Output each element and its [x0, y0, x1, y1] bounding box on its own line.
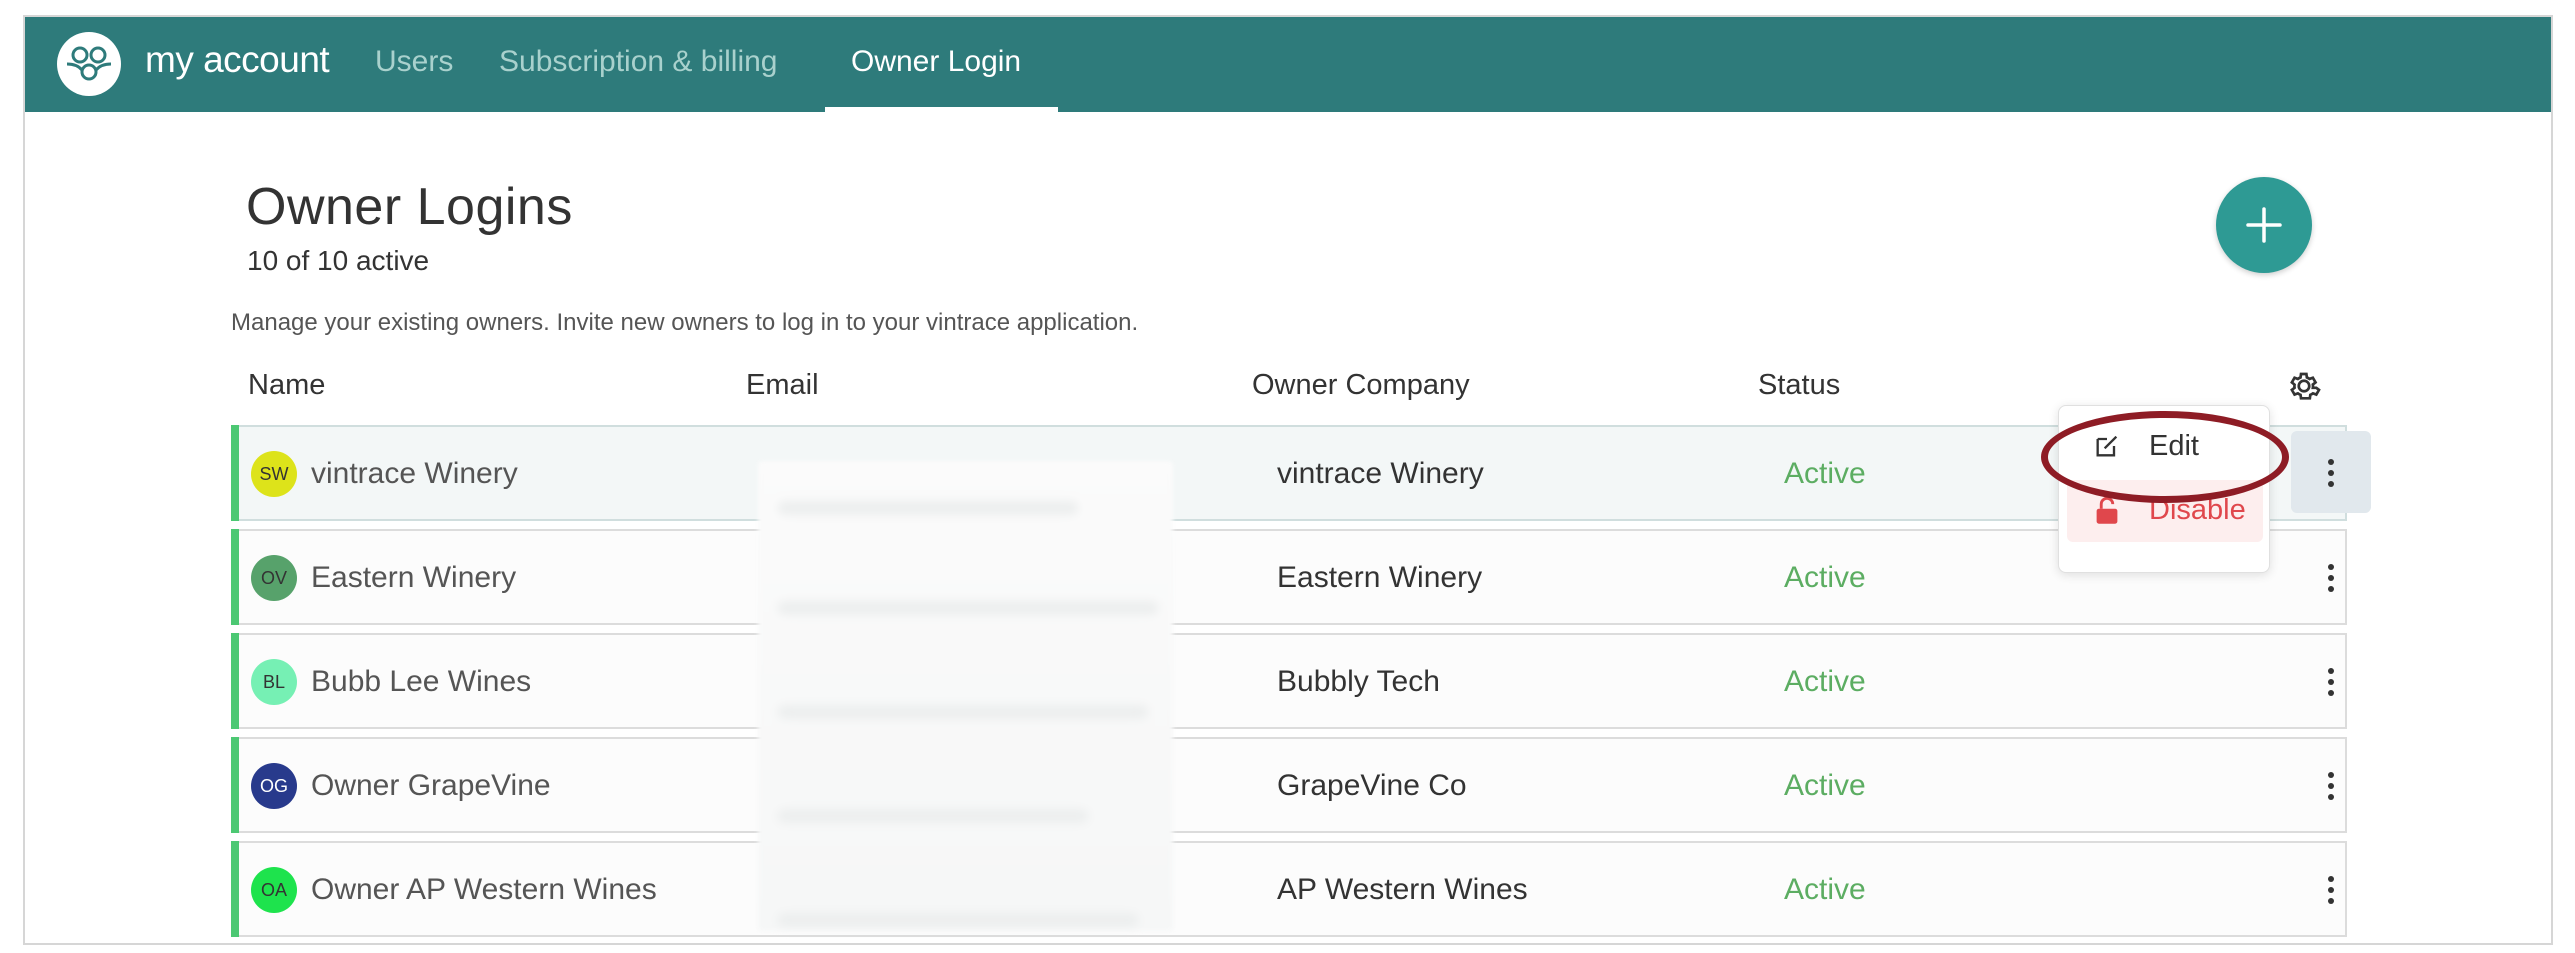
owner-company: Eastern Winery	[1277, 561, 1483, 594]
column-header-status[interactable]: Status	[1758, 369, 1840, 402]
table-row[interactable]: SW vintrace Winery vintrace Winery Activ…	[231, 425, 2371, 521]
add-owner-button[interactable]	[2216, 177, 2312, 273]
column-header-email[interactable]: Email	[746, 369, 819, 402]
brand-name: my account	[145, 39, 330, 80]
app-window: my account Users Subscription & billing …	[23, 15, 2553, 945]
owner-name: Owner AP Western Wines	[311, 873, 657, 906]
active-tab-indicator	[825, 107, 1058, 112]
column-header-company[interactable]: Owner Company	[1252, 369, 1470, 402]
status-text: Active	[1784, 457, 1866, 490]
owner-name: Eastern Winery	[311, 561, 517, 594]
top-nav: my account Users Subscription & billing …	[25, 17, 2551, 112]
avatar: OV	[251, 555, 297, 601]
plus-icon	[2246, 207, 2282, 243]
status-text: Active	[1784, 665, 1866, 698]
email-column-redacted	[758, 461, 1173, 931]
highlight-annotation	[2041, 411, 2289, 503]
tab-subscription-billing[interactable]: Subscription & billing	[499, 45, 777, 79]
owner-company: GrapeVine Co	[1277, 769, 1467, 802]
column-settings-gear-icon[interactable]	[2286, 368, 2322, 404]
row-actions-kebab-icon[interactable]	[2291, 739, 2371, 823]
status-text: Active	[1784, 873, 1866, 906]
owner-name: Owner GrapeVine	[311, 769, 551, 802]
table-row[interactable]: OV Eastern Winery Eastern Winery Active	[231, 529, 2347, 625]
owner-name: vintrace Winery	[311, 457, 518, 490]
avatar: SW	[251, 451, 297, 497]
status-text: Active	[1784, 561, 1866, 594]
table-row[interactable]: BL Bubb Lee Wines Bubbly Tech Active	[231, 633, 2347, 729]
owner-company: vintrace Winery	[1277, 457, 1484, 490]
owner-company: Bubbly Tech	[1277, 665, 1440, 698]
owner-company: AP Western Wines	[1277, 873, 1528, 906]
table-row[interactable]: OG Owner GrapeVine GrapeVine Co Active	[231, 737, 2347, 833]
active-count: 10 of 10 active	[247, 245, 430, 276]
owner-name: Bubb Lee Wines	[311, 665, 532, 698]
avatar: OG	[251, 763, 297, 809]
tab-owner-login[interactable]: Owner Login	[851, 45, 1021, 79]
row-actions-kebab-icon[interactable]	[2291, 531, 2371, 615]
table-row[interactable]: OA Owner AP Western Wines AP Western Win…	[231, 841, 2347, 937]
page-title: Owner Logins	[246, 178, 573, 236]
row-actions-kebab-icon[interactable]	[2291, 635, 2371, 719]
page-description: Manage your existing owners. Invite new …	[231, 309, 1139, 336]
row-actions-kebab-icon[interactable]	[2291, 431, 2371, 513]
row-actions-kebab-icon[interactable]	[2291, 843, 2371, 927]
app-logo-icon[interactable]	[57, 32, 121, 96]
tab-users[interactable]: Users	[375, 45, 453, 79]
avatar: BL	[251, 659, 297, 705]
status-text: Active	[1784, 769, 1866, 802]
unlock-icon	[2096, 496, 2118, 524]
column-header-name[interactable]: Name	[248, 369, 325, 402]
avatar: OA	[251, 867, 297, 913]
